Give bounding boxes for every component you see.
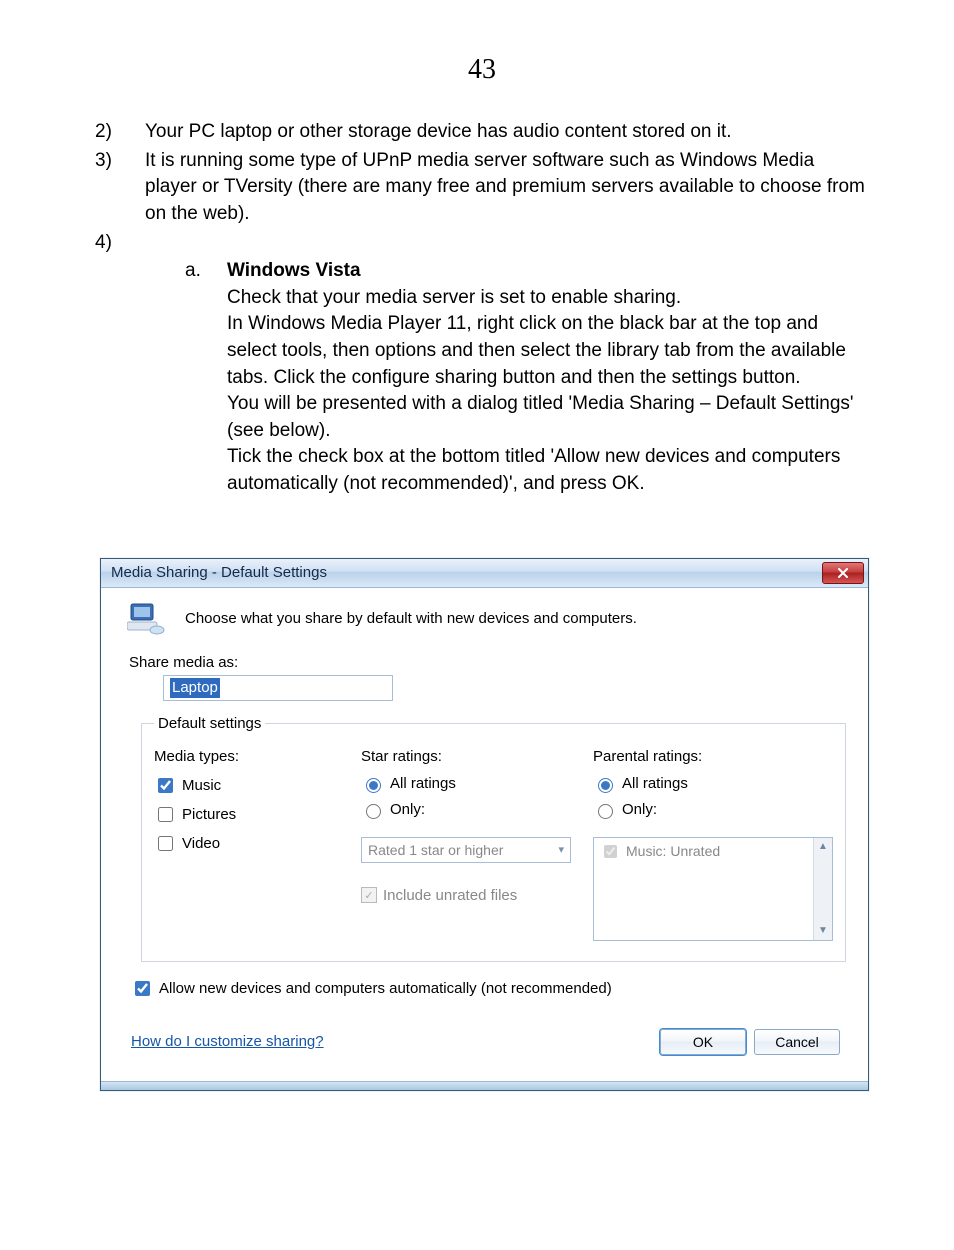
checkbox-video[interactable] [158,836,173,851]
share-media-as-label: Share media as: [129,654,852,671]
sub-letter-a: a. [185,258,227,497]
share-media-as-value: Laptop [170,678,220,698]
include-unrated-label: Include unrated files [383,887,517,904]
scrollbar[interactable]: ▲ ▼ [813,838,832,940]
parental-ratings-heading: Parental ratings: [593,748,833,765]
ok-button[interactable]: OK [660,1029,746,1055]
dialog-bottom-border [101,1081,868,1090]
checkbox-music-unrated [604,845,617,858]
default-settings-group: Default settings Media types: Music Pict… [141,715,846,962]
media-types-heading: Media types: [154,748,339,765]
cancel-button[interactable]: Cancel [754,1029,840,1055]
label-star-only: Only: [390,801,425,818]
checkmark-icon: ✓ [361,887,377,903]
checkbox-music[interactable] [158,778,173,793]
scroll-up-icon[interactable]: ▲ [814,838,832,856]
media-sharing-dialog: Media Sharing - Default Settings Choose [100,558,869,1091]
list-text-3: It is running some type of UPnP media se… [145,148,869,228]
checkbox-pictures[interactable] [158,807,173,822]
label-music: Music [182,777,221,794]
label-star-all: All ratings [390,775,456,792]
computer-icon [127,602,165,636]
sub-body-line2: In Windows Media Player 11, right click … [227,311,869,391]
include-unrated-checkbox: ✓ Include unrated files [361,887,571,904]
list-text-2: Your PC laptop or other storage device h… [145,119,869,146]
radio-parental-all[interactable] [598,778,613,793]
dialog-titlebar[interactable]: Media Sharing - Default Settings [101,559,868,588]
star-rating-dropdown-value: Rated 1 star or higher [368,842,503,858]
list-number-3: 3) [95,148,145,228]
close-button[interactable] [822,562,864,584]
sub-title-vista: Windows Vista [227,258,869,285]
scroll-down-icon[interactable]: ▼ [814,922,832,940]
label-music-unrated: Music: Unrated [626,843,720,859]
list-number-2: 2) [95,119,145,146]
share-media-as-input[interactable]: Laptop [163,675,393,701]
dialog-intro-text: Choose what you share by default with ne… [185,610,637,627]
sub-body-line4: Tick the check box at the bottom titled … [227,444,869,497]
parental-ratings-list[interactable]: Music: Unrated ▲ ▼ [593,837,833,941]
radio-star-all[interactable] [366,778,381,793]
label-video: Video [182,835,220,852]
page-number: 43 [95,50,869,89]
star-ratings-heading: Star ratings: [361,748,571,765]
help-link[interactable]: How do I customize sharing? [131,1033,324,1050]
label-parental-all: All ratings [622,775,688,792]
sub-body-line1: Check that your media server is set to e… [227,285,869,312]
dialog-title: Media Sharing - Default Settings [111,564,327,581]
chevron-down-icon: ▾ [558,843,564,856]
radio-parental-only[interactable] [598,804,613,819]
radio-star-only[interactable] [366,804,381,819]
default-settings-legend: Default settings [154,715,265,732]
checkbox-allow-new-devices[interactable] [135,981,150,996]
label-allow-new-devices: Allow new devices and computers automati… [159,980,612,997]
label-parental-only: Only: [622,801,657,818]
close-icon [837,568,849,578]
label-pictures: Pictures [182,806,236,823]
star-rating-dropdown[interactable]: Rated 1 star or higher ▾ [361,837,571,863]
list-number-4: 4) [95,230,145,257]
sub-body-line3: You will be presented with a dialog titl… [227,391,869,444]
